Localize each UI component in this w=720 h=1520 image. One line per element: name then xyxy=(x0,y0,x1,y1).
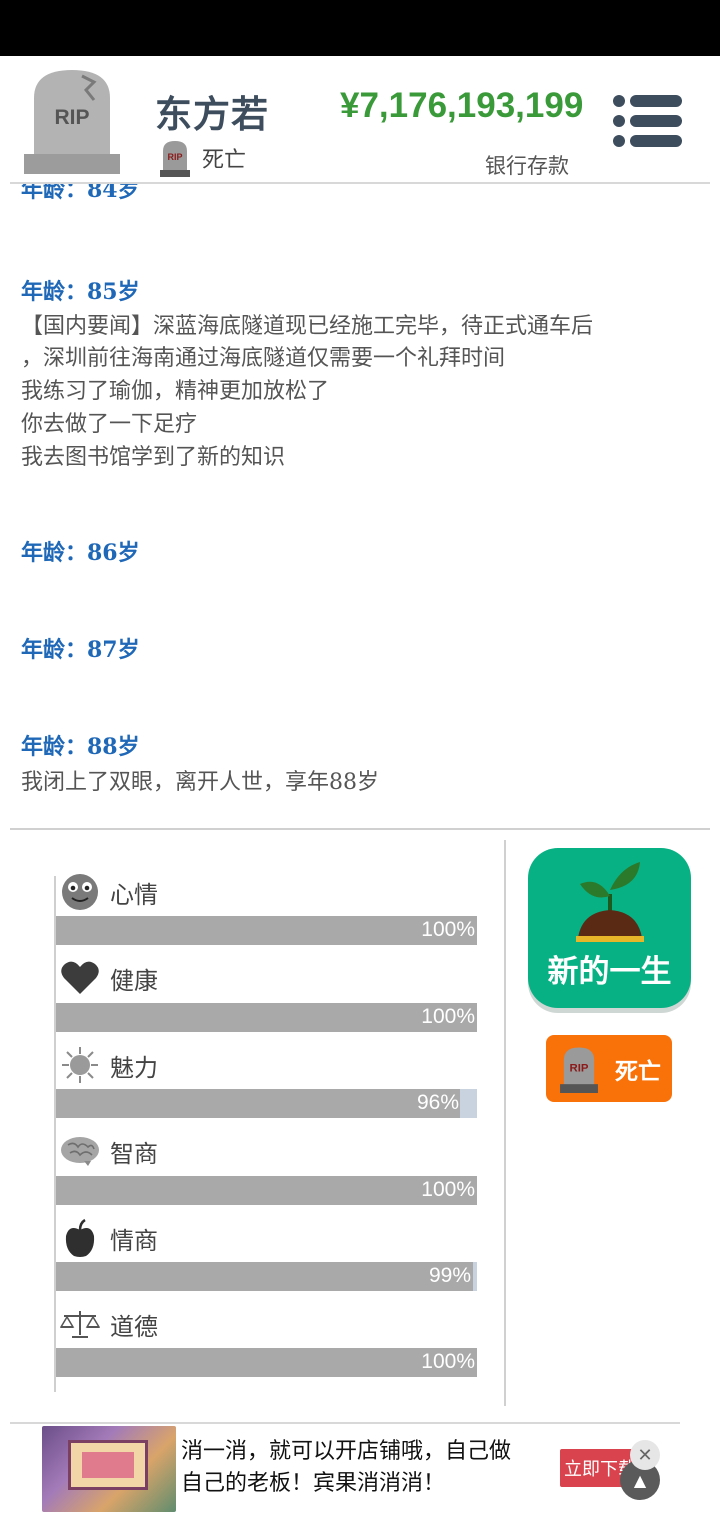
status-bar xyxy=(0,0,720,56)
close-icon[interactable]: ✕ xyxy=(630,1440,660,1470)
stat-mood: 心情 xyxy=(60,872,158,912)
stat-percent: 100% xyxy=(421,1350,475,1373)
stat-bar: 100% xyxy=(56,1348,477,1377)
svg-text:RIP: RIP xyxy=(570,1062,589,1074)
tombstone-avatar-icon: RIP xyxy=(24,70,120,174)
stat-bar-fill xyxy=(56,1003,477,1032)
log-event: ，深圳前往海南通过海底隧道仅需要一个礼拜时间 xyxy=(21,346,506,371)
heart-icon xyxy=(60,958,100,998)
new-life-button[interactable]: 新的一生 xyxy=(528,848,691,1008)
stat-bar: 100% xyxy=(56,1003,477,1032)
tombstone-icon: RIP xyxy=(560,1047,598,1093)
sprout-icon xyxy=(576,862,644,942)
log-event: 我闭上了双眼，离开人世，享年88岁 xyxy=(21,770,379,795)
stat-label: 健康 xyxy=(110,966,158,995)
age-heading: 年龄：84岁 xyxy=(21,184,140,203)
panel-divider xyxy=(504,840,506,1406)
svg-text:RIP: RIP xyxy=(54,106,89,129)
player-name: 东方若 xyxy=(155,93,269,136)
death-button[interactable]: RIP 死亡 xyxy=(546,1035,672,1102)
age-heading: 年龄：87岁 xyxy=(21,637,140,663)
ad-text[interactable]: 消一消，就可以开店铺哦，自己做自己的老板！宾果消消消！ xyxy=(181,1436,531,1500)
stat-health: 健康 xyxy=(60,958,158,998)
stat-eq: 情商 xyxy=(60,1218,158,1258)
log-divider xyxy=(10,828,710,830)
age-heading: 年龄：86岁 xyxy=(21,540,140,566)
life-log[interactable]: 年龄：84岁 年龄：85岁 【国内要闻】深蓝海底隧道现已经施工完毕，待正式通车后… xyxy=(0,184,720,828)
stat-bar-fill xyxy=(56,1089,461,1118)
stat-bar: 96% xyxy=(56,1089,477,1118)
stat-label: 道德 xyxy=(110,1312,158,1341)
stat-percent: 99% xyxy=(428,1264,471,1287)
player-status: RIP 死亡 xyxy=(158,138,246,178)
stat-iq: 智商 xyxy=(60,1131,158,1171)
stats-axis-line xyxy=(54,876,56,1392)
tombstone-icon: RIP xyxy=(160,141,190,177)
sun-icon xyxy=(60,1045,100,1085)
smiley-face-icon xyxy=(60,872,100,912)
stat-label: 智商 xyxy=(110,1139,158,1168)
stat-bar: 100% xyxy=(56,1176,477,1205)
stat-percent: 100% xyxy=(421,1178,475,1201)
stat-bar-fill xyxy=(56,1348,477,1377)
scales-icon xyxy=(60,1304,100,1344)
stat-bar: 100% xyxy=(56,916,477,945)
bank-balance: ¥7,176,193,199 xyxy=(340,86,584,125)
svg-text:RIP: RIP xyxy=(167,152,182,162)
log-event: 我练习了瑜伽，精神更加放松了 xyxy=(21,379,330,404)
brain-icon xyxy=(60,1131,100,1171)
stat-label: 心情 xyxy=(110,880,158,909)
header-divider xyxy=(10,182,710,184)
stat-percent: 100% xyxy=(421,1005,475,1028)
stat-label: 情商 xyxy=(110,1226,158,1255)
stat-bar: 99% xyxy=(56,1262,477,1291)
age-heading: 年龄：85岁 xyxy=(21,279,140,305)
menu-icon[interactable] xyxy=(612,94,684,148)
status-text: 死亡 xyxy=(202,148,247,173)
stat-morality: 道德 xyxy=(60,1304,158,1344)
stat-bar-fill xyxy=(56,1176,477,1205)
bank-balance-label: 银行存款 xyxy=(485,154,569,178)
log-event: 我去图书馆学到了新的知识 xyxy=(21,445,286,470)
death-label: 死亡 xyxy=(615,1058,661,1085)
stat-label: 魅力 xyxy=(110,1053,158,1082)
new-life-label: 新的一生 xyxy=(547,954,672,990)
stat-percent: 96% xyxy=(416,1091,459,1114)
stat-percent: 100% xyxy=(421,918,475,941)
ad-image[interactable] xyxy=(42,1426,176,1512)
log-event: 你去做了一下足疗 xyxy=(21,412,198,437)
apple-icon xyxy=(60,1218,100,1258)
stat-bar-fill xyxy=(56,1262,473,1291)
log-event: 【国内要闻】深蓝海底隧道现已经施工完毕，待正式通车后 xyxy=(21,314,594,339)
stat-bar-fill xyxy=(56,916,477,945)
age-heading: 年龄：88岁 xyxy=(21,734,140,760)
stat-charm: 魅力 xyxy=(60,1045,158,1085)
